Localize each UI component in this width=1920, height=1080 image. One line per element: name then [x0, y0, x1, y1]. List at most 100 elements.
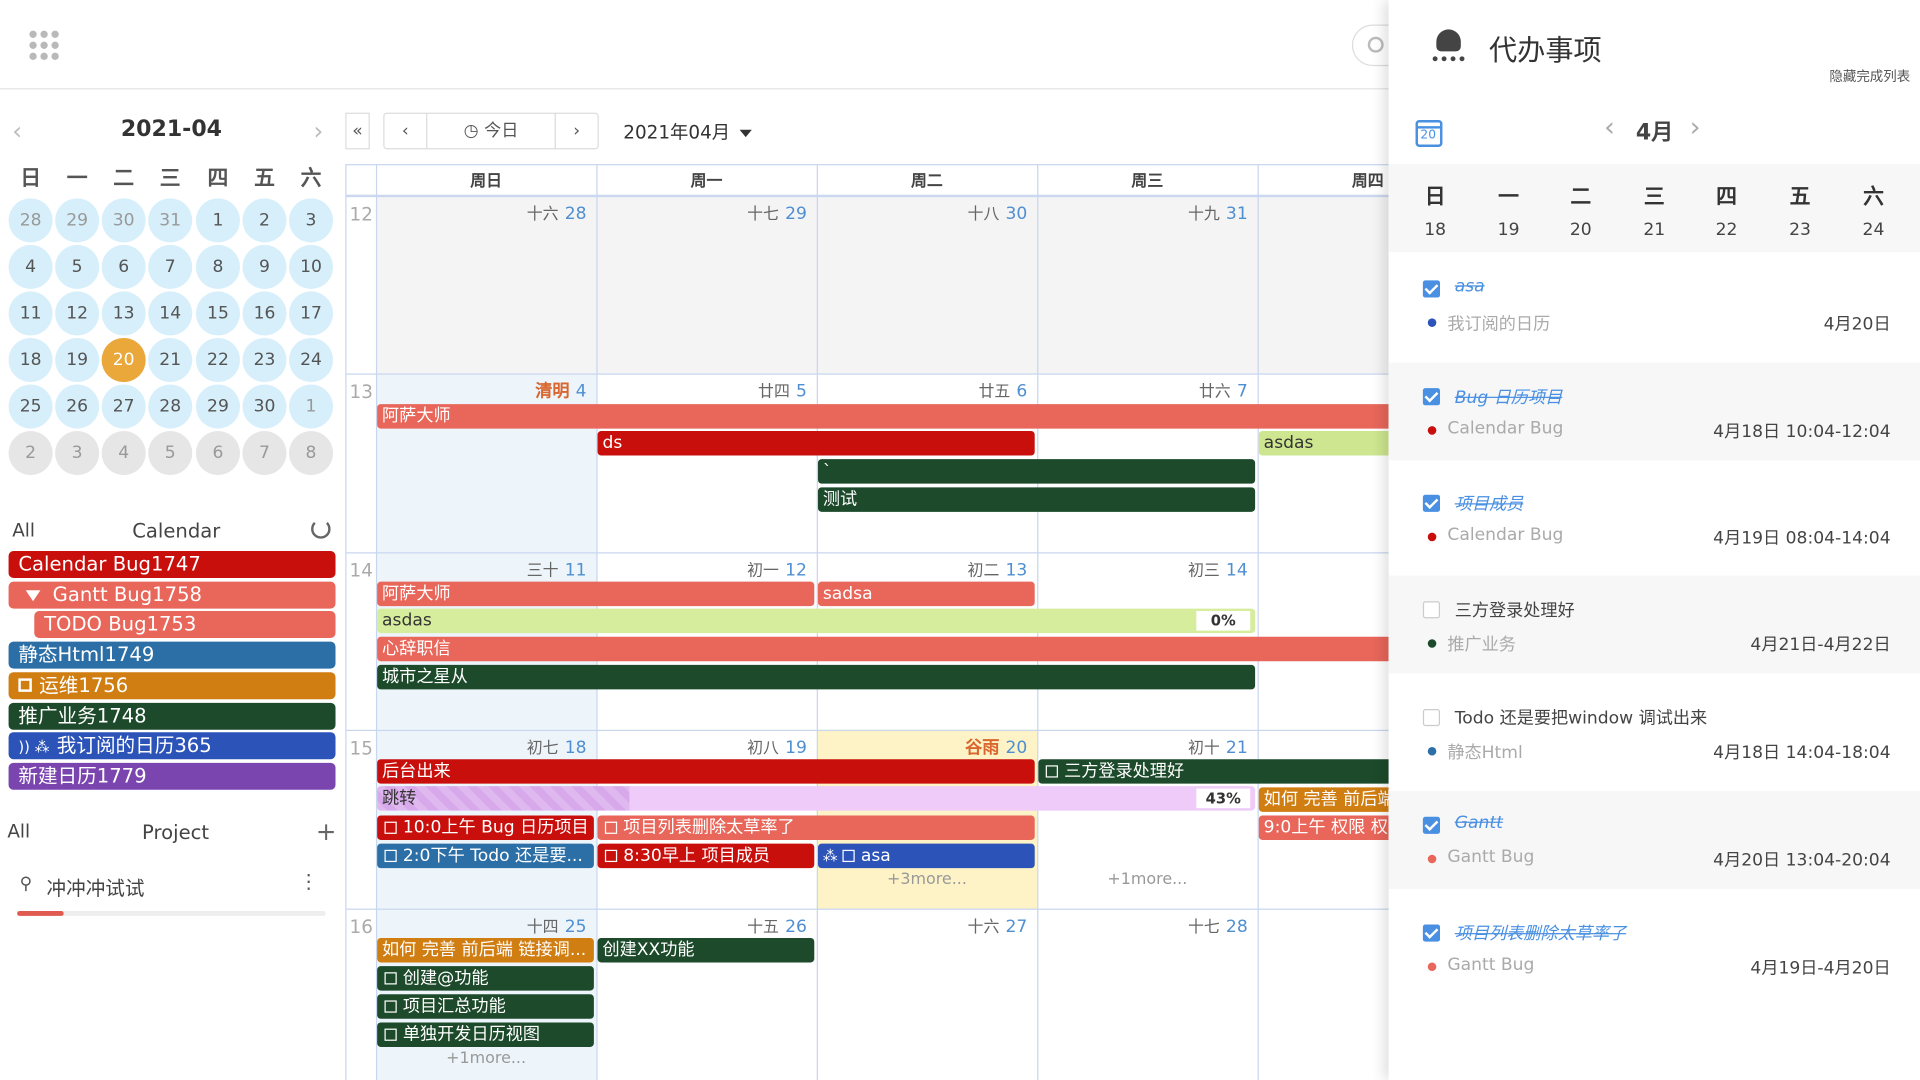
more-events-link[interactable]: +1more... — [376, 1049, 596, 1067]
todo-checkbox[interactable] — [1422, 388, 1441, 406]
drawer-date[interactable]: 23 — [1782, 220, 1819, 240]
mini-day[interactable]: 26 — [55, 384, 100, 429]
calendar-item[interactable]: )) ⁂ 我订阅的日历365 — [8, 732, 336, 760]
mini-day[interactable]: 5 — [148, 431, 193, 476]
event-bar[interactable]: 测试 — [817, 487, 1256, 512]
todo-checkbox[interactable] — [1422, 280, 1441, 298]
mini-day[interactable]: 8 — [195, 244, 241, 289]
collapse-sidebar-button[interactable]: « — [345, 112, 370, 150]
event-bar[interactable]: 8:30早上 项目成员 — [597, 843, 815, 869]
mini-day[interactable]: 7 — [242, 431, 287, 476]
todo-item[interactable]: 项目成员 Calendar Bug 4月19日 08:04-14:04 — [1389, 469, 1920, 567]
calendar-all-link[interactable]: All — [12, 519, 35, 541]
event-bar[interactable]: 项目汇总功能 — [377, 994, 594, 1019]
next-month-button[interactable]: › — [554, 112, 599, 150]
drawer-date[interactable]: 18 — [1417, 220, 1454, 240]
day-number[interactable]: 清明 4 — [376, 378, 586, 402]
event-bar[interactable]: 三方登录处理好 — [1038, 759, 1449, 784]
event-bar[interactable]: 阿萨大师 — [377, 404, 1449, 429]
day-number[interactable]: 初二 13 — [817, 557, 1028, 581]
event-bar[interactable]: 阿萨大师 — [377, 581, 815, 607]
mini-day[interactable]: 12 — [55, 291, 100, 336]
mini-day[interactable]: 23 — [242, 337, 287, 383]
drawer-date[interactable]: 19 — [1490, 220, 1527, 240]
drawer-prev-icon[interactable]: ‹ — [1604, 113, 1615, 144]
drawer-next-icon[interactable]: › — [1690, 113, 1701, 144]
mini-day[interactable]: 22 — [195, 337, 241, 383]
event-bar[interactable]: 如何 完善 前后端 链接调... — [377, 937, 594, 963]
mini-day[interactable]: 3 — [288, 198, 334, 243]
mini-day[interactable]: 10 — [288, 244, 334, 289]
day-number[interactable]: 廿五 6 — [817, 378, 1027, 402]
calendar-item[interactable]: TODO Bug1753 — [34, 611, 336, 639]
mini-day[interactable]: 18 — [8, 337, 53, 383]
mini-day[interactable]: 21 — [148, 337, 193, 383]
mini-day[interactable]: 31 — [148, 198, 193, 243]
mini-day[interactable]: 30 — [242, 384, 287, 429]
todo-checkbox[interactable] — [1422, 924, 1441, 942]
mini-day[interactable]: 8 — [288, 431, 334, 476]
event-bar[interactable]: 单独开发日历视图 — [377, 1022, 594, 1047]
day-number[interactable]: 初七 18 — [376, 735, 587, 758]
event-bar[interactable]: 2:0下午 Todo 还是要... — [377, 843, 594, 869]
event-bar[interactable]: 心辞职信 — [377, 636, 1449, 662]
mini-day[interactable]: 11 — [8, 291, 53, 336]
event-bar[interactable]: 跳转 43% — [377, 786, 1256, 811]
todo-item[interactable]: asa 我订阅的日历 4月20日 — [1389, 255, 1920, 353]
mini-day[interactable]: 2 — [8, 431, 53, 476]
event-bar[interactable]: asdas 0% — [377, 608, 1256, 634]
mini-next-icon[interactable]: › — [313, 116, 323, 145]
calendar-item[interactable]: Calendar Bug1747 — [8, 551, 336, 578]
drawer-date[interactable]: 21 — [1636, 220, 1673, 240]
more-events-link[interactable]: +3more... — [817, 871, 1037, 889]
day-number[interactable]: 初一 12 — [596, 557, 807, 581]
mini-day[interactable]: 29 — [195, 384, 241, 429]
mini-day[interactable]: 4 — [8, 244, 53, 289]
mini-day[interactable]: 30 — [101, 198, 146, 243]
mini-day[interactable]: 16 — [242, 291, 287, 336]
todo-item[interactable]: Bug 日历项目 Calendar Bug 4月18日 10:04-12:04 — [1388, 362, 1920, 461]
mini-day[interactable]: 3 — [55, 431, 100, 476]
todo-checkbox[interactable] — [1422, 494, 1441, 512]
event-bar[interactable]: ⁂ asa — [817, 843, 1035, 869]
calendar-item[interactable]: Gantt Bug1758 — [8, 581, 336, 609]
calendar-item[interactable]: 新建日历1779 — [8, 762, 336, 790]
mini-day[interactable]: 15 — [195, 291, 241, 336]
calendar-icon[interactable]: 20 — [1415, 120, 1443, 147]
todo-checkbox[interactable] — [1422, 708, 1441, 727]
drawer-date[interactable]: 22 — [1708, 220, 1745, 240]
day-number[interactable]: 十六 27 — [817, 913, 1028, 937]
mini-day[interactable]: 27 — [101, 384, 146, 429]
event-bar[interactable]: 创建@功能 — [377, 966, 594, 991]
day-number[interactable]: 十八 30 — [817, 201, 1028, 224]
day-number[interactable]: 谷雨 20 — [817, 735, 1027, 759]
month-select[interactable]: 2021年04月 — [623, 119, 753, 145]
more-vertical-icon[interactable]: ⋮ — [299, 869, 319, 892]
prev-month-button[interactable]: ‹ — [383, 112, 428, 150]
day-number[interactable]: 十四 25 — [376, 913, 587, 937]
todo-item[interactable]: 三方登录处理好 推广业务 4月21日-4月22日 — [1388, 575, 1920, 674]
day-number[interactable]: 初三 14 — [1037, 557, 1248, 581]
calendar-item[interactable]: 运维1756 — [8, 672, 336, 699]
mini-day[interactable]: 6 — [195, 431, 241, 476]
calendar-item[interactable]: 推广业务1748 — [8, 702, 336, 730]
day-number[interactable]: 十七 29 — [596, 201, 807, 224]
day-number[interactable]: 廿六 7 — [1037, 378, 1248, 402]
day-number[interactable]: 十七 28 — [1037, 913, 1248, 937]
event-bar[interactable]: 城市之星从 — [377, 664, 1256, 690]
mini-day[interactable]: 9 — [242, 244, 287, 289]
event-bar[interactable]: sadsa — [817, 581, 1035, 607]
day-number[interactable]: 初八 19 — [596, 735, 807, 758]
mini-day[interactable]: 19 — [55, 337, 100, 383]
mini-day[interactable]: 28 — [8, 198, 53, 243]
caret-down-icon[interactable] — [25, 589, 41, 601]
more-events-link[interactable]: +1more... — [1037, 871, 1257, 889]
event-bar[interactable]: ds — [597, 431, 1035, 456]
event-bar[interactable]: 项目列表删除太草率了 — [597, 815, 1035, 841]
mini-day[interactable]: 14 — [148, 291, 193, 336]
mini-day[interactable]: 5 — [55, 244, 100, 289]
drawer-date[interactable]: 24 — [1855, 220, 1892, 240]
mini-day[interactable]: 1 — [288, 384, 334, 429]
mini-day[interactable]: 2 — [242, 198, 287, 243]
mini-day[interactable]: 24 — [288, 337, 334, 383]
